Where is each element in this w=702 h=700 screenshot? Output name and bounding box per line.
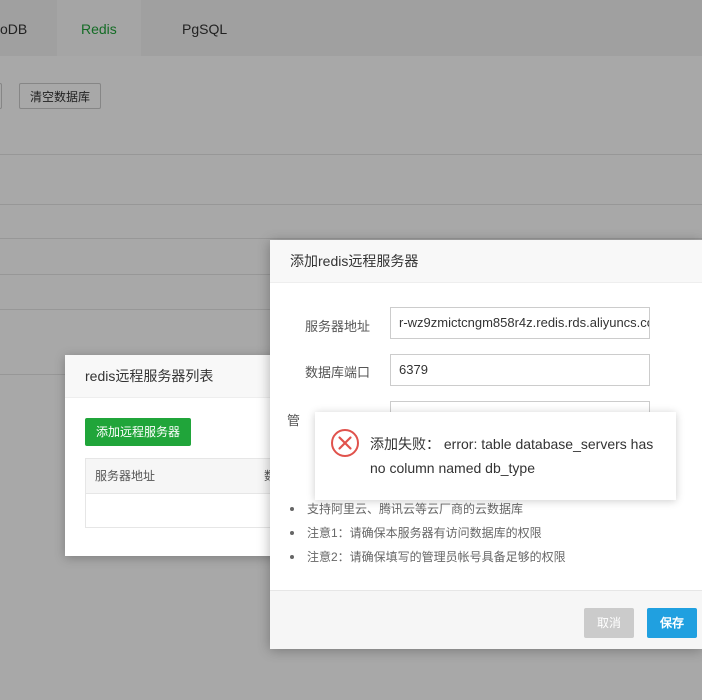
error-message: 添加失败： error: table database_servers has … [370,436,654,476]
port-label: 数据库端口 [304,365,370,380]
address-label: 服务器地址 [304,319,370,334]
error-toast: 添加失败： error: table database_servers has … [315,412,676,500]
error-circle-icon [331,429,359,457]
note-item: 注意2：请确保填写的管理员帐号具备足够的权限 [290,545,690,569]
cancel-button[interactable]: 取消 [584,608,634,638]
note-item: 支持阿里云、腾讯云等云厂商的云数据库 [290,497,690,521]
address-input[interactable]: r-wz9zmictcngm858r4z.redis.rds.aliyuncs.… [390,307,650,339]
port-input[interactable]: 6379 [390,354,650,386]
account-label: 管 [286,413,300,428]
add-remote-server-button[interactable]: 添加远程服务器 [85,418,192,446]
notes-list: 支持阿里云、腾讯云等云厂商的云数据库 注意1：请确保本服务器有访问数据库的权限 … [290,497,690,569]
dialog-footer: 取消 保存 [270,590,702,649]
save-button[interactable]: 保存 [647,608,697,638]
note-item: 注意1：请确保本服务器有访问数据库的权限 [290,521,690,545]
add-dialog-title: 添加redis远程服务器 [270,240,702,283]
